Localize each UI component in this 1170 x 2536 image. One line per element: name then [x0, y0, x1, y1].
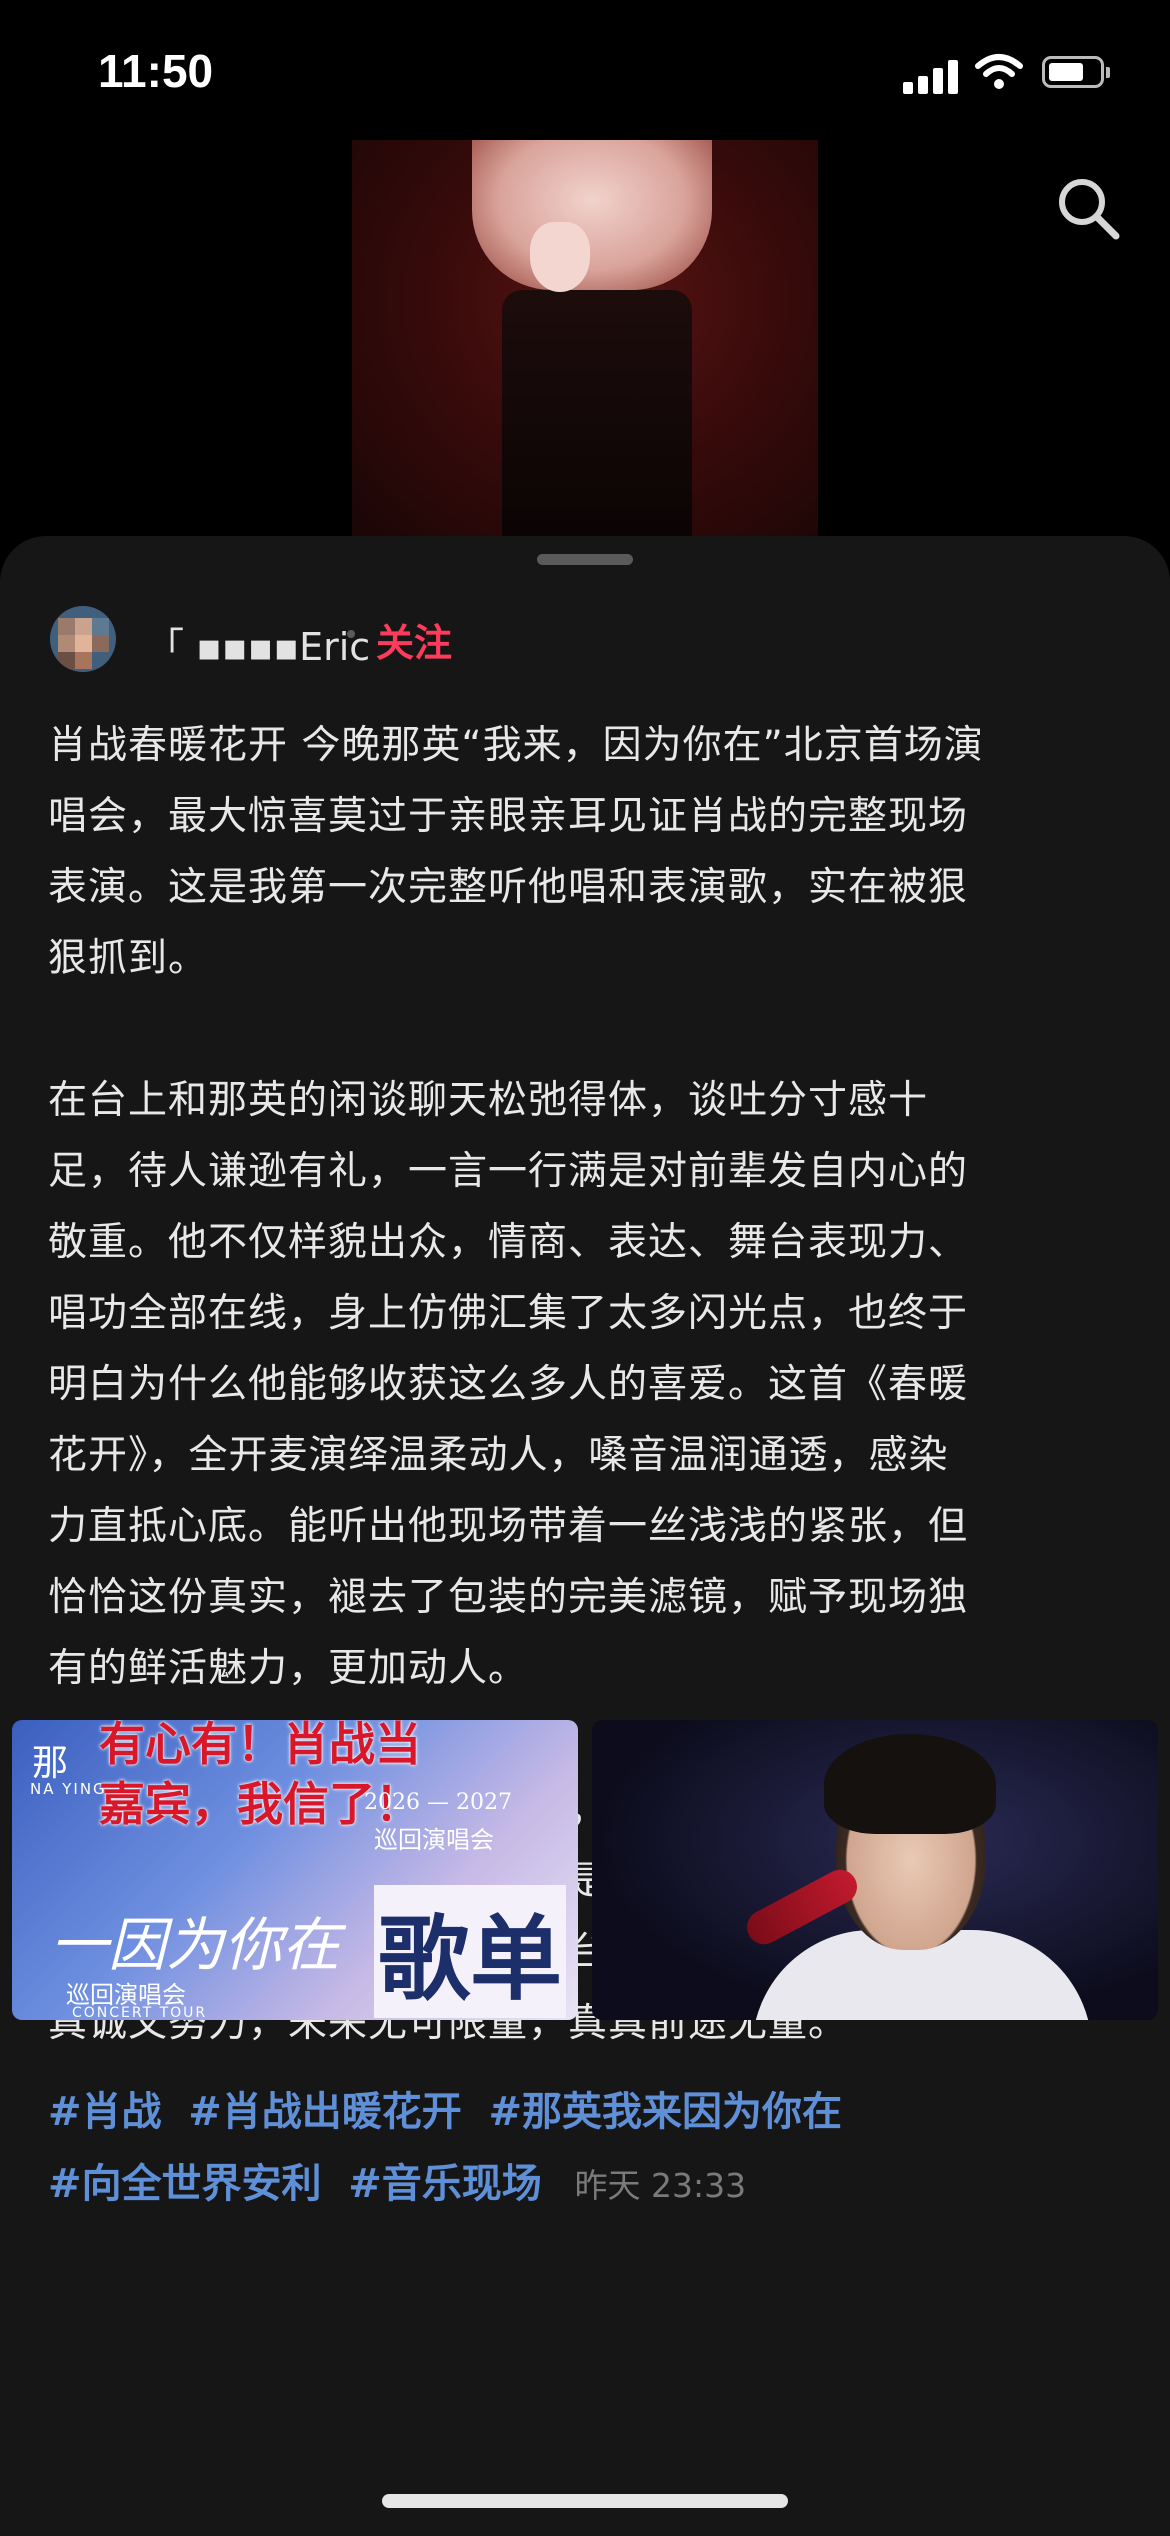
post-line: 力直抵心底。能听出他现场带着一丝浅浅的紧张，但 — [48, 1504, 969, 1549]
post-line: 足，待人谦逊有礼，一言一行满是对前辈发自内心的 — [48, 1149, 969, 1194]
status-time: 11:50 — [98, 45, 214, 97]
post-line: 有的鲜活魅力，更加动人。 — [48, 1646, 529, 1691]
thumb-slogan: 一因为你在 — [50, 1911, 341, 1979]
thumb-tour-title: 巡回演唱会 — [374, 1826, 494, 1854]
hashtag-link[interactable]: #那英我来因为你在 — [488, 2089, 842, 2135]
post-line: 敬重。他不仅样貌出众，情商、表达、舞台表现力、 — [48, 1220, 969, 1265]
related-thumbnail-setlist[interactable]: 那 NA YING 有心有！肖战当嘉宾，我信了！ 2026 — 2027 巡回演… — [12, 1720, 578, 2020]
thumb-na-text: 那 — [32, 1743, 69, 1784]
drag-handle[interactable] — [537, 554, 633, 565]
thumb-dates: 2026 — 2027 — [364, 1790, 512, 1815]
post-line: 唱功全部在线，身上仿佛汇集了太多闪光点，也终于 — [48, 1291, 969, 1336]
battery-icon — [1042, 56, 1110, 88]
search-button[interactable] — [1054, 174, 1124, 244]
post-line: 在台上和那英的闲谈聊天松弛得体，谈吐分寸感十 — [48, 1078, 929, 1123]
hashtag-link[interactable]: #音乐现场 — [348, 2161, 542, 2207]
wifi-icon — [975, 54, 1023, 89]
post-line: 花开》，全开麦演绎温柔动人，嗓音温润通透，感染 — [48, 1433, 949, 1478]
signal-icon — [903, 58, 959, 94]
thumb-tour-en: CONCERT TOUR — [72, 2005, 208, 2020]
status-bar: 11:50 — [0, 0, 1170, 140]
follow-button[interactable]: 关注 — [376, 612, 452, 667]
hashtag-list: #肖战 #肖战出暖花开 #那英我来因为你在 #向全世界安利 #音乐现场 昨天 2… — [48, 2076, 1128, 2222]
author-row: 「 ▪▪▪▪Eric 关注 — [50, 606, 1120, 676]
separator-dot — [347, 630, 355, 638]
avatar[interactable] — [50, 606, 116, 672]
hashtag-link[interactable]: #向全世界安利 — [48, 2161, 322, 2207]
home-indicator[interactable] — [382, 2494, 788, 2508]
related-thumbnail-performer[interactable] — [592, 1720, 1158, 2020]
thumb-headline: 有心有！肖战当嘉宾，我信了！ — [99, 1720, 421, 1831]
post-media-preview[interactable] — [352, 140, 818, 540]
hashtag-link[interactable]: #肖战出暖花开 — [188, 2089, 462, 2135]
post-line: 恰恰这份真实，褪去了包装的完美滤镜，赋予现场独 — [48, 1575, 969, 1620]
search-icon — [1059, 179, 1120, 240]
post-line: 唱会，最大惊喜莫过于亲眼亲耳见证肖战的完整现场 — [48, 794, 969, 839]
performer-figure — [472, 140, 712, 290]
post-timestamp: 昨天 23:33 — [574, 2166, 747, 2205]
thumb-big-text: 歌单 — [374, 1885, 567, 2018]
post-line: 表演。这是我第一次完整听他唱和表演歌，实在被狠 — [48, 865, 969, 910]
post-line: 狠抓到。 — [48, 936, 209, 981]
author-name[interactable]: 「 ▪▪▪▪Eric — [146, 616, 370, 671]
post-line: 肖战春暖花开 今晚那英“我来，因为你在”北京首场演 — [48, 723, 984, 768]
post-line: 明白为什么他能够收获这么多人的喜爱。这首《春暖 — [48, 1362, 969, 1407]
hashtag-link[interactable]: #肖战 — [48, 2089, 162, 2135]
post-detail-sheet: 「 ▪▪▪▪Eric 关注 肖战春暖花开 今晚那英“我来，因为你在”北京首场演 … — [0, 536, 1170, 2536]
